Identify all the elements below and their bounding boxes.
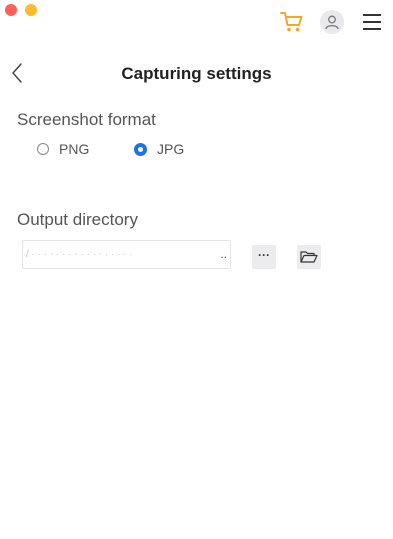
cart-button[interactable] — [280, 11, 304, 33]
more-dots-icon: ··· — [258, 248, 270, 262]
jpg-radio-label: JPG — [157, 141, 185, 157]
jpg-radio-option[interactable]: JPG — [134, 141, 184, 157]
png-radio-option[interactable]: PNG — [37, 141, 89, 157]
png-radio-label: PNG — [59, 141, 90, 157]
path-truncation-ellipsis: .. — [220, 247, 227, 261]
menu-button[interactable] — [361, 12, 383, 32]
output-directory-field[interactable]: / · · · · · · · · · · · · · · · · · .. — [22, 240, 231, 269]
folder-open-icon — [300, 251, 318, 263]
page-title: Capturing settings — [121, 64, 272, 83]
cart-icon — [280, 12, 303, 32]
account-button[interactable] — [320, 10, 344, 34]
output-directory-path: / · · · · · · · · · · · · · · · · · — [26, 249, 133, 260]
open-folder-button[interactable] — [297, 245, 321, 269]
jpg-radio-button[interactable] — [134, 142, 147, 156]
output-directory-title: Output directory — [17, 210, 138, 229]
hamburger-menu-icon — [363, 14, 381, 30]
window-close-button[interactable] — [5, 4, 17, 16]
account-icon — [325, 15, 339, 30]
window-minimize-button[interactable] — [25, 4, 37, 16]
screenshot-format-title: Screenshot format — [17, 110, 156, 129]
png-radio-button[interactable] — [37, 143, 49, 155]
browse-directory-button[interactable]: ··· — [252, 245, 276, 269]
